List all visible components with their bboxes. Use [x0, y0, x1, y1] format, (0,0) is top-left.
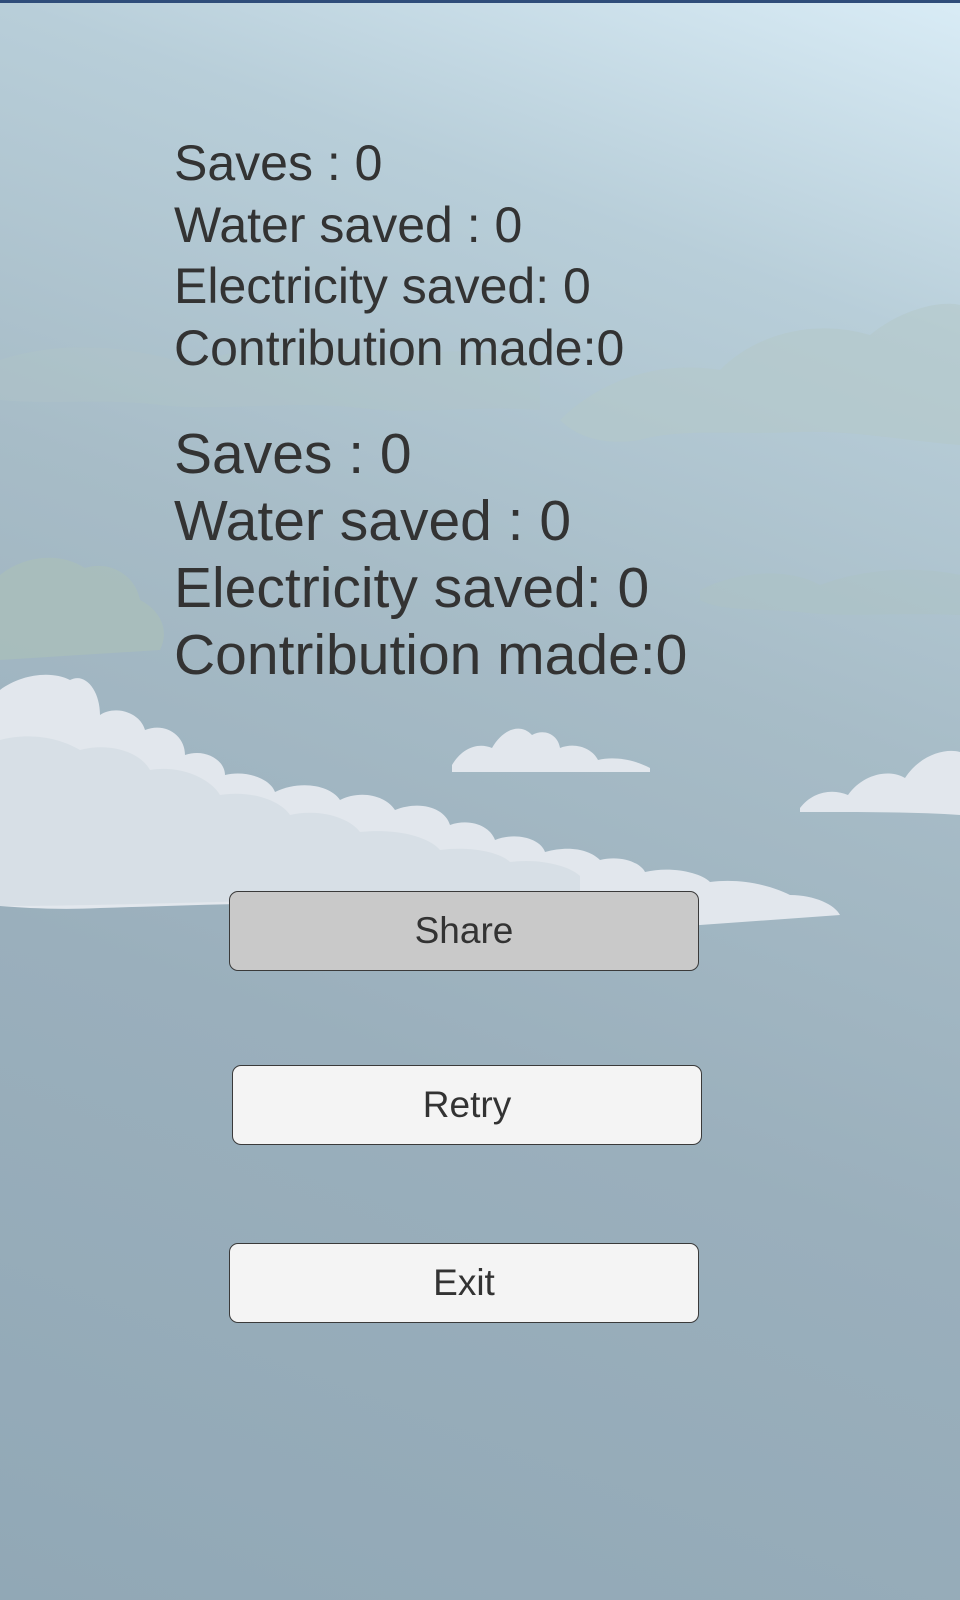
exit-button[interactable]: Exit: [229, 1243, 699, 1323]
stats-panel-secondary: Saves : 0 Water saved : 0 Electricity sa…: [174, 426, 687, 694]
retry-button[interactable]: Retry: [232, 1065, 702, 1145]
water-saved: Water saved : 0: [174, 489, 572, 553]
foreground-cloud-small: [452, 728, 650, 772]
electricity-saved: Electricity saved: 0: [174, 556, 650, 620]
share-button[interactable]: Share: [229, 891, 699, 971]
electricity-saved: Electricity saved: 0: [174, 258, 591, 314]
saves-count: Saves : 0: [174, 135, 383, 191]
saves-count: Saves : 0: [174, 422, 412, 486]
stats-panel-primary: Saves : 0 Water saved : 0 Electricity sa…: [174, 138, 624, 384]
foreground-cloud-right: [800, 750, 960, 815]
background-cloud-right: [700, 569, 960, 615]
water-saved: Water saved : 0: [174, 196, 523, 253]
contribution-made: Contribution made:0: [174, 623, 688, 687]
background-cloud-left: [0, 557, 164, 660]
contribution-made: Contribution made:0: [174, 319, 625, 376]
